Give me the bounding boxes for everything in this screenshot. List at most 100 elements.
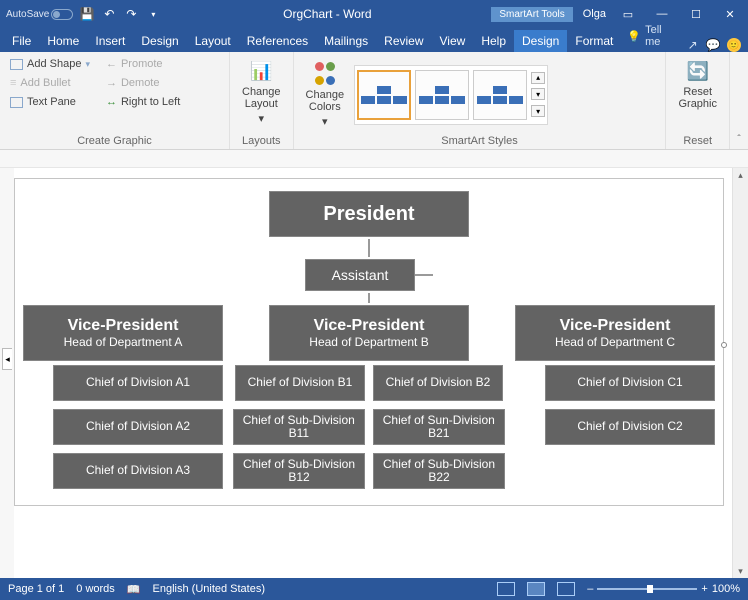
gallery-down-icon[interactable]: ▾: [531, 88, 545, 100]
node-division-a3[interactable]: Chief of Division A3: [53, 453, 223, 489]
page-indicator[interactable]: Page 1 of 1: [8, 583, 64, 595]
style-item-2[interactable]: [415, 70, 469, 120]
text-pane-expand-handle[interactable]: ◂: [2, 348, 12, 370]
smartart-graphic[interactable]: President Assistant Vice-President Head …: [14, 178, 724, 506]
gallery-up-icon[interactable]: ▴: [531, 72, 545, 84]
reset-icon: 🔄: [685, 58, 711, 84]
resize-handle[interactable]: [721, 342, 727, 348]
smartart-tools-tab: SmartArt Tools: [491, 7, 572, 22]
text-pane-icon: [10, 97, 23, 108]
smiley-icon: 🙂: [727, 38, 741, 52]
zoom-level[interactable]: 100%: [712, 583, 740, 595]
add-shape-icon: [10, 59, 23, 70]
promote-button[interactable]: ←Promote: [102, 56, 184, 72]
demote-button[interactable]: →Demote: [102, 75, 184, 91]
autosave-label: AutoSave: [6, 9, 49, 20]
word-count[interactable]: 0 words: [76, 583, 115, 595]
tab-home[interactable]: Home: [39, 30, 87, 52]
status-bar: Page 1 of 1 0 words 📖 English (United St…: [0, 578, 748, 600]
group-label-styles: SmartArt Styles: [300, 133, 660, 149]
save-icon[interactable]: 💾: [79, 6, 95, 22]
document-canvas[interactable]: President Assistant Vice-President Head …: [14, 168, 732, 578]
change-layout-icon: 📊: [248, 58, 274, 84]
rtl-icon: ↔: [106, 96, 117, 108]
add-shape-button[interactable]: Add Shape ▾: [6, 56, 94, 72]
group-label-create-graphic: Create Graphic: [6, 133, 223, 149]
tab-design-main[interactable]: Design: [133, 30, 186, 52]
node-division-c2[interactable]: Chief of Division C2: [545, 409, 715, 445]
node-subdiv-b21[interactable]: Chief of Sun-Division B21: [373, 409, 505, 445]
tab-help[interactable]: Help: [473, 30, 514, 52]
smartart-styles-gallery: ▴ ▾ ▾: [354, 65, 548, 125]
group-label-reset: Reset: [672, 133, 723, 149]
tab-smartart-design[interactable]: Design: [514, 30, 567, 52]
node-assistant[interactable]: Assistant: [305, 259, 415, 291]
read-mode-icon[interactable]: [497, 582, 515, 596]
node-president[interactable]: President: [269, 191, 469, 237]
undo-icon[interactable]: ↶: [101, 6, 117, 22]
change-layout-button[interactable]: 📊 Change Layout ▾: [236, 56, 287, 133]
zoom-out-button[interactable]: –: [587, 583, 593, 595]
right-to-left-button[interactable]: ↔Right to Left: [102, 94, 184, 110]
reset-graphic-button[interactable]: 🔄 Reset Graphic: [672, 56, 723, 133]
node-division-a1[interactable]: Chief of Division A1: [53, 365, 223, 401]
change-colors-button[interactable]: Change Colors ▾: [300, 59, 351, 130]
tell-me[interactable]: 💡Tell me: [621, 20, 682, 52]
node-division-a2[interactable]: Chief of Division A2: [53, 409, 223, 445]
user-name[interactable]: Olga: [583, 8, 606, 20]
change-colors-icon: [314, 61, 336, 87]
qat-customize-icon[interactable]: ▾: [145, 6, 161, 22]
vertical-scrollbar[interactable]: ▴ ▾: [732, 168, 748, 578]
web-layout-icon[interactable]: [557, 582, 575, 596]
tab-insert[interactable]: Insert: [87, 30, 133, 52]
node-subdiv-b22[interactable]: Chief of Sub-Division B22: [373, 453, 505, 489]
scroll-down-icon[interactable]: ▾: [734, 564, 748, 578]
feedback-icon[interactable]: 🙂: [723, 38, 744, 52]
collapse-ribbon-icon[interactable]: ˆ: [737, 134, 740, 145]
maximize-icon[interactable]: ☐: [684, 4, 708, 24]
spellcheck-icon[interactable]: 📖: [127, 583, 141, 596]
node-subdiv-b11[interactable]: Chief of Sub-Division B11: [233, 409, 365, 445]
node-vp-c[interactable]: Vice-President Head of Department C: [515, 305, 715, 361]
group-label-layouts: Layouts: [236, 133, 287, 149]
zoom-in-button[interactable]: +: [701, 583, 707, 595]
zoom-control: – + 100%: [587, 583, 740, 595]
node-division-b1[interactable]: Chief of Division B1: [235, 365, 365, 401]
tab-view[interactable]: View: [432, 30, 474, 52]
window-title: OrgChart - Word: [167, 7, 487, 21]
gallery-more-icon[interactable]: ▾: [531, 105, 545, 117]
document-title: OrgChart - Word: [283, 7, 371, 21]
tab-references[interactable]: References: [239, 30, 316, 52]
lightbulb-icon: 💡: [627, 30, 641, 43]
tab-review[interactable]: Review: [376, 30, 431, 52]
demote-icon: →: [106, 77, 117, 89]
vertical-ruler: ◂: [0, 168, 14, 578]
node-vp-a[interactable]: Vice-President Head of Department A: [23, 305, 223, 361]
gallery-scroll: ▴ ▾ ▾: [531, 70, 545, 120]
add-bullet-button[interactable]: ≡Add Bullet: [6, 75, 94, 91]
bullet-icon: ≡: [10, 77, 16, 89]
zoom-slider[interactable]: [597, 588, 697, 590]
style-item-1[interactable]: [357, 70, 411, 120]
promote-icon: ←: [106, 58, 117, 70]
print-layout-icon[interactable]: [527, 582, 545, 596]
tab-layout[interactable]: Layout: [187, 30, 239, 52]
node-division-c1[interactable]: Chief of Division C1: [545, 365, 715, 401]
redo-icon[interactable]: ↷: [123, 6, 139, 22]
language-indicator[interactable]: English (United States): [153, 583, 266, 595]
style-item-3[interactable]: [473, 70, 527, 120]
node-vp-b[interactable]: Vice-President Head of Department B: [269, 305, 469, 361]
share-icon[interactable]: ↗: [682, 38, 703, 52]
tab-smartart-format[interactable]: Format: [567, 30, 621, 52]
autosave-toggle[interactable]: AutoSave: [6, 9, 73, 20]
text-pane-button[interactable]: Text Pane: [6, 94, 94, 110]
scroll-up-icon[interactable]: ▴: [734, 168, 748, 182]
close-icon[interactable]: ✕: [718, 4, 742, 24]
tab-mailings[interactable]: Mailings: [316, 30, 376, 52]
comments-icon[interactable]: 💬: [703, 38, 724, 52]
tab-file[interactable]: File: [4, 30, 39, 52]
horizontal-ruler: [0, 150, 748, 168]
node-division-b2[interactable]: Chief of Division B2: [373, 365, 503, 401]
node-subdiv-b12[interactable]: Chief of Sub-Division B12: [233, 453, 365, 489]
ribbon: Add Shape ▾ ≡Add Bullet Text Pane ←Promo…: [0, 52, 748, 150]
